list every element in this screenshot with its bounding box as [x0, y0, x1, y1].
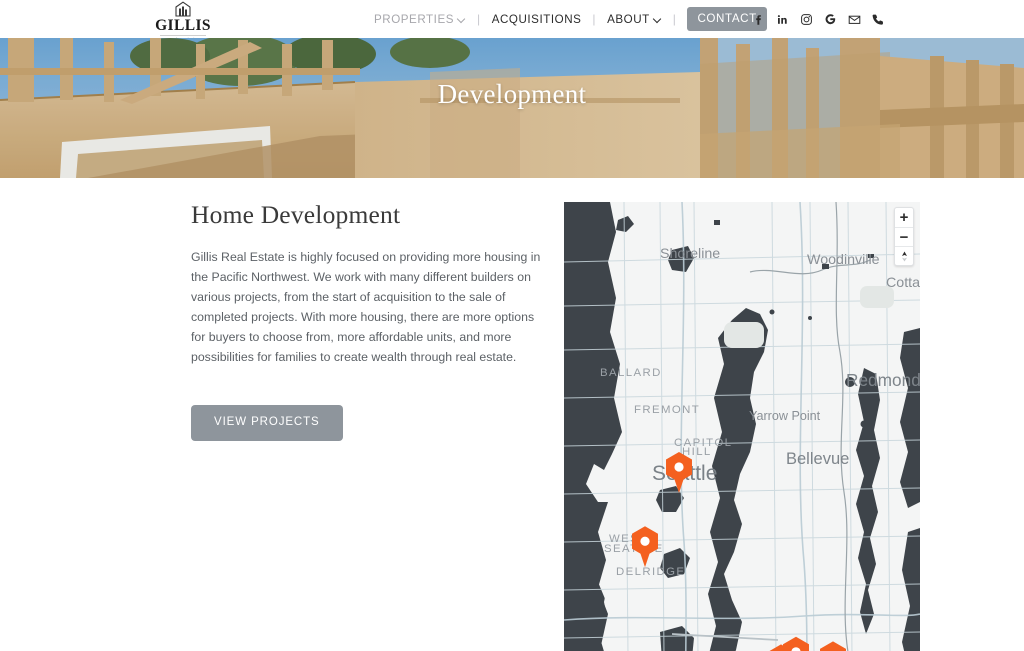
chevron-down-icon	[458, 15, 466, 23]
nav-separator: |	[477, 12, 481, 26]
phone-icon[interactable]	[872, 13, 885, 26]
instagram-icon[interactable]	[800, 13, 813, 26]
logo-wordmark: GILLIS	[155, 17, 211, 34]
nav-label-about: ABOUT	[607, 12, 650, 26]
map-label: Redmond	[846, 370, 920, 390]
hero-title: Development	[437, 78, 587, 109]
main-content: Home Development Gillis Real Estate is h…	[0, 178, 1024, 651]
building-icon	[173, 1, 193, 17]
nav-separator: |	[592, 12, 597, 26]
nav-item-acquisitions[interactable]: ACQUISITIONS	[492, 13, 582, 26]
map-zoom-in-button[interactable]: +	[895, 208, 913, 227]
map-label: Yarrow Point	[749, 409, 821, 423]
social-links	[752, 0, 885, 38]
linkedin-icon[interactable]	[776, 13, 789, 26]
nav-label-properties: PROPERTIES	[374, 12, 455, 26]
site-logo[interactable]: GILLIS real estate	[152, 1, 214, 41]
nav-item-about[interactable]: ABOUT	[607, 13, 662, 26]
map-compass-button[interactable]	[895, 246, 913, 265]
map-label: BALLARD	[600, 367, 662, 379]
nav-item-properties[interactable]: PROPERTIES	[374, 13, 466, 26]
facebook-icon[interactable]	[752, 13, 765, 26]
map-zoom-out-button[interactable]: −	[895, 227, 913, 246]
map-label: Woodinville	[807, 252, 880, 268]
projects-map[interactable]: Shoreline Woodinville Cottage BALLARD Redmon…	[564, 202, 920, 651]
page-title: Home Development	[191, 200, 401, 229]
site-header: GILLIS real estate PROPERTIES | ACQUISIT…	[0, 0, 1024, 41]
view-projects-button[interactable]: VIEW PROJECTS	[191, 405, 343, 441]
map-label: HILL	[682, 446, 712, 458]
chevron-down-icon	[654, 15, 662, 23]
main-navigation: PROPERTIES | ACQUISITIONS | ABOUT | CONT…	[374, 0, 767, 38]
map-label: DELRIDGE	[616, 566, 685, 578]
map-label: FREMONT	[634, 404, 700, 416]
nav-separator: |	[672, 12, 677, 26]
nav-label-acquisitions: ACQUISITIONS	[491, 12, 582, 26]
intro-paragraph: Gillis Real Estate is highly focused on …	[191, 250, 541, 364]
map-label: Shoreline	[660, 246, 720, 262]
map-label: Bellevue	[786, 450, 849, 468]
hero-banner: Development	[0, 38, 1024, 178]
email-icon[interactable]	[848, 13, 861, 26]
google-icon[interactable]	[824, 13, 837, 26]
intro-copy: Home Development Gillis Real Estate is h…	[191, 200, 551, 367]
map-label: Cottage	[886, 275, 920, 291]
map-zoom-controls[interactable]: + −	[894, 207, 914, 266]
